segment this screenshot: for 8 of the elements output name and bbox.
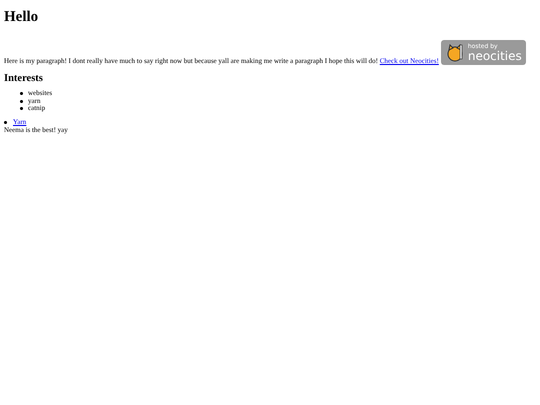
bullet-icon	[4, 120, 7, 124]
bullet-icon	[20, 92, 23, 96]
section-heading: Interests	[4, 73, 43, 84]
bullet-icon	[20, 107, 23, 110]
page-heading: Hello	[4, 9, 38, 26]
badge-brand: neocities	[468, 50, 522, 62]
cat-icon	[444, 42, 465, 62]
bullet-icon	[20, 100, 23, 103]
